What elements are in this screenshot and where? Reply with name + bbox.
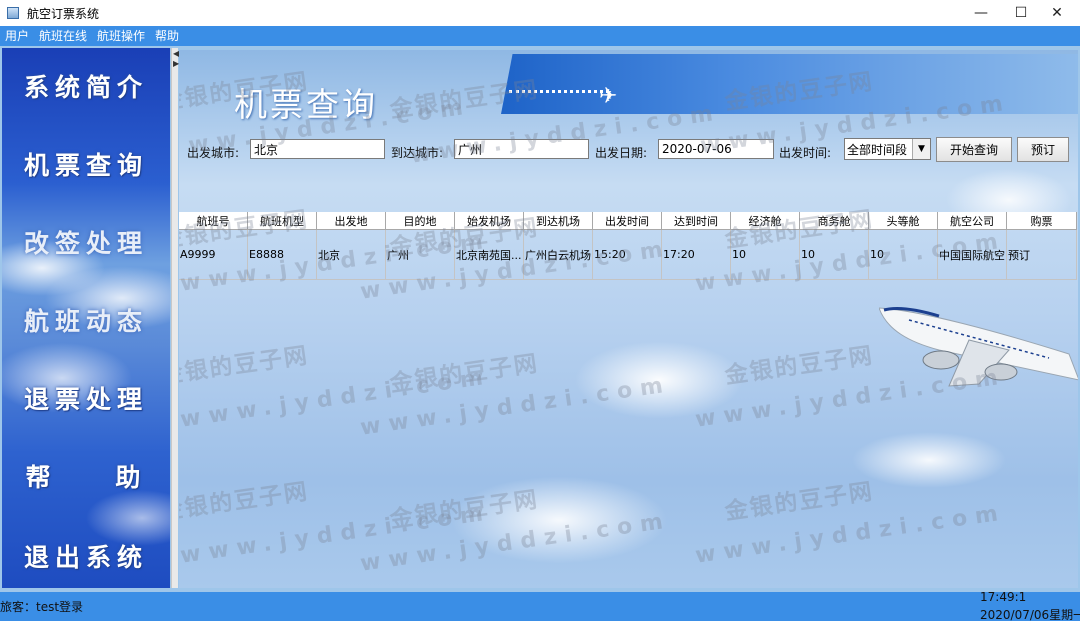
col-first[interactable]: 头等舱 bbox=[869, 212, 938, 230]
sidebar-item-refund[interactable]: 退票处理 bbox=[2, 380, 170, 416]
menu-help[interactable]: 帮助 bbox=[150, 26, 184, 46]
cell-origin: 北京 bbox=[317, 230, 386, 280]
content-panel: ✈ 机票查询 出发城市: 到达城市: 出发日期: 出发时间: 全部时间段 ▼ 开… bbox=[179, 50, 1078, 588]
status-clock-date: 2020/07/06星期一 bbox=[980, 608, 1080, 622]
app-icon bbox=[7, 7, 19, 19]
col-business[interactable]: 商务舱 bbox=[800, 212, 869, 230]
cell-destination: 广州 bbox=[386, 230, 455, 280]
main-area: 系统简介 机票查询 改签处理 航班动态 退票处理 帮 助 退出系统 ◀ ▶ ✈ … bbox=[0, 46, 1080, 592]
watermark-text: 金银的豆子网 bbox=[723, 478, 876, 526]
window-title: 航空订票系统 bbox=[27, 6, 100, 21]
watermark-url: www.jyddzi.com bbox=[693, 500, 1008, 569]
close-button[interactable]: ✕ bbox=[1034, 0, 1080, 26]
cell-depart-airport: 北京南苑国... bbox=[455, 230, 524, 280]
cell-depart-time: 15:20 bbox=[593, 230, 662, 280]
cell-flight-no: A9999 bbox=[179, 230, 248, 280]
date-input[interactable] bbox=[658, 139, 774, 159]
col-purchase[interactable]: 购票 bbox=[1007, 212, 1077, 230]
watermark-text: 金银的豆子网 bbox=[179, 342, 311, 390]
sidebar-item-exit[interactable]: 退出系统 bbox=[2, 538, 170, 574]
time-select-value: 全部时间段 bbox=[847, 142, 908, 157]
banner-strip bbox=[501, 54, 1078, 114]
page-title: 机票查询 bbox=[234, 85, 378, 124]
sidebar-item-help[interactable]: 帮 助 bbox=[2, 458, 170, 494]
cell-purchase-link[interactable]: 预订 bbox=[1007, 230, 1077, 280]
watermark-text: 金银的豆子网 bbox=[388, 350, 541, 398]
status-clock-time: 17:49:1 bbox=[980, 590, 1027, 604]
title-bar: 航空订票系统 — ☐ ✕ bbox=[0, 0, 1080, 26]
splitter[interactable]: ◀ ▶ bbox=[171, 48, 179, 588]
col-origin[interactable]: 出发地 bbox=[317, 212, 386, 230]
flight-table: 航班号 航班机型 出发地 目的地 始发机场 到达机场 出发时间 达到时间 经济舱… bbox=[179, 212, 1077, 280]
search-button[interactable]: 开始查询 bbox=[936, 137, 1012, 162]
col-airline[interactable]: 航空公司 bbox=[938, 212, 1007, 230]
watermark-url: www.jyddzi.com bbox=[179, 500, 493, 569]
banner-decoration bbox=[509, 90, 609, 97]
col-aircraft[interactable]: 航班机型 bbox=[248, 212, 317, 230]
watermark-text: 金银的豆子网 bbox=[388, 486, 541, 534]
airplane-image bbox=[879, 306, 1078, 387]
col-economy[interactable]: 经济舱 bbox=[731, 212, 800, 230]
menu-bar: 用户 航班在线 航班操作 帮助 bbox=[0, 26, 1080, 46]
close-icon: ✕ bbox=[1051, 5, 1063, 21]
cell-aircraft: E8888 bbox=[248, 230, 317, 280]
sidebar-item-flight-status[interactable]: 航班动态 bbox=[2, 302, 170, 338]
cell-economy: 10 bbox=[731, 230, 800, 280]
table-row[interactable]: A9999 E8888 北京 广州 北京南苑国... 广州白云机场 15:20 … bbox=[179, 230, 1077, 280]
cell-arrive-airport: 广州白云机场 bbox=[524, 230, 593, 280]
cell-airline: 中国国际航空 bbox=[938, 230, 1007, 280]
from-city-input[interactable] bbox=[250, 139, 385, 159]
time-label: 出发时间: bbox=[779, 146, 832, 160]
menu-flight-online[interactable]: 航班在线 bbox=[34, 26, 92, 46]
watermark-url: www.jyddzi.com bbox=[179, 364, 493, 433]
to-city-label: 到达城市: bbox=[391, 146, 444, 160]
sidebar-item-system-intro[interactable]: 系统简介 bbox=[2, 68, 170, 104]
menu-user[interactable]: 用户 bbox=[0, 26, 34, 46]
watermark-url: www.jyddzi.com bbox=[358, 508, 673, 577]
time-select[interactable]: 全部时间段 ▼ bbox=[844, 138, 931, 160]
cell-business: 10 bbox=[800, 230, 869, 280]
date-label: 出发日期: bbox=[595, 146, 648, 160]
book-button[interactable]: 预订 bbox=[1017, 137, 1069, 162]
airplane-icon: ✈ bbox=[599, 84, 618, 109]
cell-arrive-time: 17:20 bbox=[662, 230, 731, 280]
sidebar-item-reschedule[interactable]: 改签处理 bbox=[2, 224, 170, 260]
watermark-text: 金银的豆子网 bbox=[723, 342, 876, 390]
col-depart-time[interactable]: 出发时间 bbox=[593, 212, 662, 230]
status-bar: 旅客：test登录 17:49:1 2020/07/06星期一 bbox=[0, 590, 1080, 622]
status-user: 旅客：test登录 bbox=[0, 600, 84, 614]
sidebar-item-ticket-query[interactable]: 机票查询 bbox=[2, 146, 170, 182]
menu-flight-operations[interactable]: 航班操作 bbox=[92, 26, 150, 46]
col-flight-no[interactable]: 航班号 bbox=[179, 212, 248, 230]
watermark-url: www.jyddzi.com bbox=[358, 372, 673, 441]
sidebar: 系统简介 机票查询 改签处理 航班动态 退票处理 帮 助 退出系统 bbox=[2, 48, 170, 588]
col-arrive-airport[interactable]: 到达机场 bbox=[524, 212, 593, 230]
chevron-down-icon[interactable]: ▼ bbox=[912, 139, 930, 159]
from-city-label: 出发城市: bbox=[187, 146, 240, 160]
table-header: 航班号 航班机型 出发地 目的地 始发机场 到达机场 出发时间 达到时间 经济舱… bbox=[179, 212, 1077, 230]
col-destination[interactable]: 目的地 bbox=[386, 212, 455, 230]
watermark-text: 金银的豆子网 bbox=[179, 478, 311, 526]
cell-first: 10 bbox=[869, 230, 938, 280]
to-city-input[interactable] bbox=[454, 139, 589, 159]
col-arrive-time[interactable]: 达到时间 bbox=[662, 212, 731, 230]
maximize-icon: ☐ bbox=[1014, 5, 1028, 21]
col-depart-airport[interactable]: 始发机场 bbox=[455, 212, 524, 230]
minimize-icon: — bbox=[974, 5, 988, 21]
